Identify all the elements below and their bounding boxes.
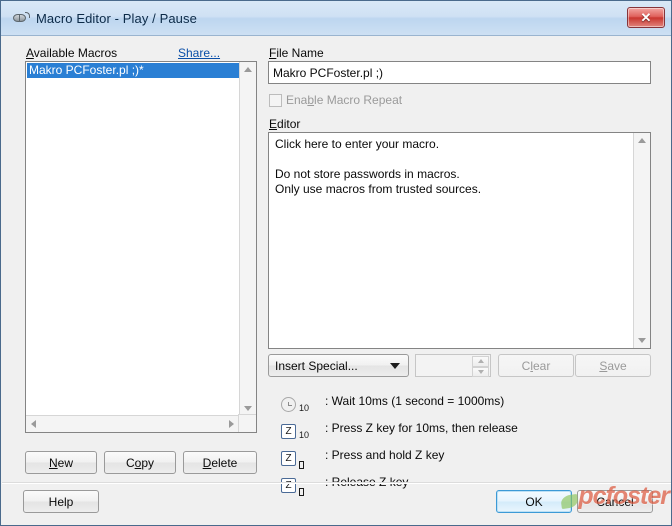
file-name-label-rest: ile Name [276, 46, 324, 60]
available-macros-label-rest: vailable Macros [33, 46, 118, 60]
scroll-left-icon[interactable] [31, 420, 36, 428]
close-button[interactable]: ✕ [627, 7, 665, 28]
clear-button-post: ear [533, 358, 551, 373]
list-item[interactable]: Makro PCFoster.pl ;)* [27, 63, 241, 78]
copy-macro-button[interactable]: Co py [104, 451, 176, 474]
save-button-post: ave [607, 358, 627, 373]
clear-button-pre: C [521, 358, 531, 373]
file-name-input[interactable] [268, 61, 651, 84]
close-icon: ✕ [640, 10, 652, 25]
clock-icon [281, 396, 296, 412]
editor-label: Editor [269, 117, 300, 131]
editor-scroll-down-icon[interactable] [638, 338, 646, 343]
copy-button-pre: C [125, 455, 135, 470]
legend-row: Z 10 : Press Z key for 10ms, then releas… [281, 414, 661, 441]
macros-vertical-scrollbar[interactable] [239, 62, 256, 416]
legend-subscript: 10 [299, 402, 310, 413]
macro-editor-window: Macro Editor - Play / Pause ✕ Available … [0, 0, 672, 526]
footer-divider [2, 482, 671, 484]
available-macros-label: Available Macros [26, 46, 117, 60]
available-macros-listbox[interactable]: Makro PCFoster.pl ;)* [25, 61, 257, 433]
repeat-label-pre: Ena [286, 93, 308, 107]
insert-special-value: Insert Special... [275, 358, 358, 373]
ok-button[interactable]: OK [496, 490, 572, 513]
spinner-up-icon [477, 359, 484, 364]
share-link[interactable]: Share... [178, 46, 220, 60]
cancel-button[interactable]: Cancel [577, 490, 653, 513]
special-codes-legend: 10 : Wait 10ms (1 second = 1000ms) Z 10 … [281, 387, 661, 496]
editor-label-rest: ditor [277, 117, 301, 131]
cancel-button-label: Cancel [596, 494, 634, 509]
insert-special-dropdown[interactable]: Insert Special... [268, 354, 409, 377]
legend-row: Z : Press and hold Z key [281, 441, 661, 469]
spinner-up-button[interactable] [472, 356, 489, 367]
file-name-label: File Name [269, 46, 324, 60]
z-key-icon: Z [281, 423, 296, 439]
available-macros-label-mnemonic: A [26, 46, 34, 60]
editor-content: Click here to enter your macro. Do not s… [275, 137, 482, 196]
save-button[interactable]: Save [575, 354, 651, 377]
spinner-down-icon [477, 369, 484, 374]
editor-label-mnemonic: E [269, 117, 278, 131]
help-button[interactable]: Help [23, 490, 99, 513]
new-macro-button[interactable]: New [25, 451, 97, 474]
duration-spinner[interactable] [415, 354, 491, 377]
macros-horizontal-scrollbar[interactable] [26, 415, 239, 432]
enable-macro-repeat-checkbox[interactable]: Enable Macro Repeat [269, 93, 402, 107]
enable-macro-repeat-label: Enable Macro Repeat [286, 93, 402, 107]
z-key-icon: Z [281, 450, 296, 466]
window-title: Macro Editor - Play / Pause [36, 10, 197, 26]
scroll-right-icon[interactable] [229, 420, 234, 428]
legend-subscript-missing-glyph [299, 487, 304, 496]
scroll-up-icon[interactable] [244, 67, 252, 72]
macro-editor-textarea[interactable]: Click here to enter your macro. Do not s… [268, 132, 651, 349]
editor-scroll-up-icon[interactable] [638, 138, 646, 143]
scrollbar-corner [238, 414, 256, 432]
legend-description: : Press and hold Z key [325, 447, 445, 462]
legend-description: : Wait 10ms (1 second = 1000ms) [325, 393, 505, 408]
save-button-mnemonic: S [599, 358, 608, 373]
help-button-label: Help [48, 494, 74, 509]
copy-button-mnemonic: o [134, 455, 142, 470]
legend-icon-group: 10 [281, 390, 325, 413]
new-button-post: ew [57, 455, 73, 470]
checkbox-box-icon[interactable] [269, 93, 282, 107]
legend-description: : Press Z key for 10ms, then release [325, 420, 518, 435]
spinner-down-button[interactable] [472, 366, 489, 377]
delete-button-mnemonic: D [202, 455, 212, 470]
editor-vertical-scrollbar[interactable] [633, 133, 650, 348]
mouse-icon [11, 10, 30, 26]
copy-button-post: py [141, 455, 155, 470]
legend-icon-group: Z [281, 444, 325, 469]
legend-subscript: 10 [299, 429, 310, 440]
titlebar: Macro Editor - Play / Pause ✕ [1, 1, 671, 36]
clear-button[interactable]: Cl ear [498, 354, 574, 377]
repeat-label-post: le Macro Repeat [314, 93, 403, 107]
z-key-icon: Z [281, 477, 296, 493]
scroll-down-icon[interactable] [244, 406, 252, 411]
legend-icon-group: Z 10 [281, 417, 325, 440]
legend-row: 10 : Wait 10ms (1 second = 1000ms) [281, 387, 661, 414]
delete-button-post: elete [211, 455, 238, 470]
new-button-mnemonic: N [48, 455, 58, 470]
spinner-buttons[interactable] [472, 356, 489, 377]
ok-button-label: OK [525, 494, 543, 509]
chevron-down-icon [390, 362, 400, 369]
delete-macro-button[interactable]: Delete [183, 451, 257, 474]
